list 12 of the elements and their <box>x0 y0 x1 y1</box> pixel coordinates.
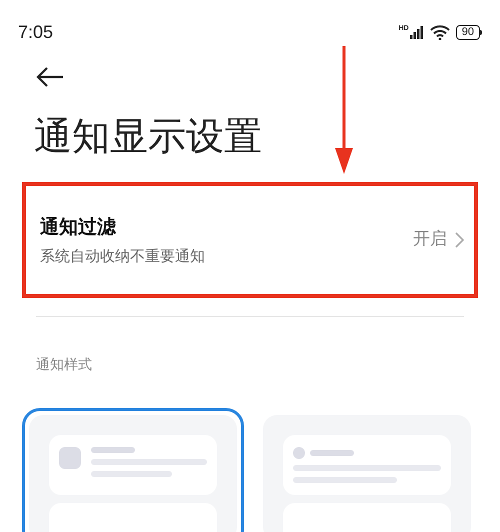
setting-subtitle: 系统自动收纳不重要通知 <box>40 246 205 267</box>
wifi-icon <box>430 24 450 40</box>
page-title: 通知显示设置 <box>33 113 263 160</box>
back-arrow-icon[interactable] <box>36 66 64 88</box>
battery-icon: 90 <box>456 24 482 40</box>
setting-value: 开启 <box>413 228 447 252</box>
setting-title: 通知过滤 <box>40 214 117 240</box>
section-header: 通知样式 <box>35 356 93 375</box>
style-option-card[interactable] <box>22 408 244 532</box>
chevron-right-icon <box>455 232 464 248</box>
notification-filter-row[interactable]: 通知过滤 系统自动收纳不重要通知 开启 <box>22 182 478 298</box>
status-time: 7:05 <box>18 20 54 44</box>
